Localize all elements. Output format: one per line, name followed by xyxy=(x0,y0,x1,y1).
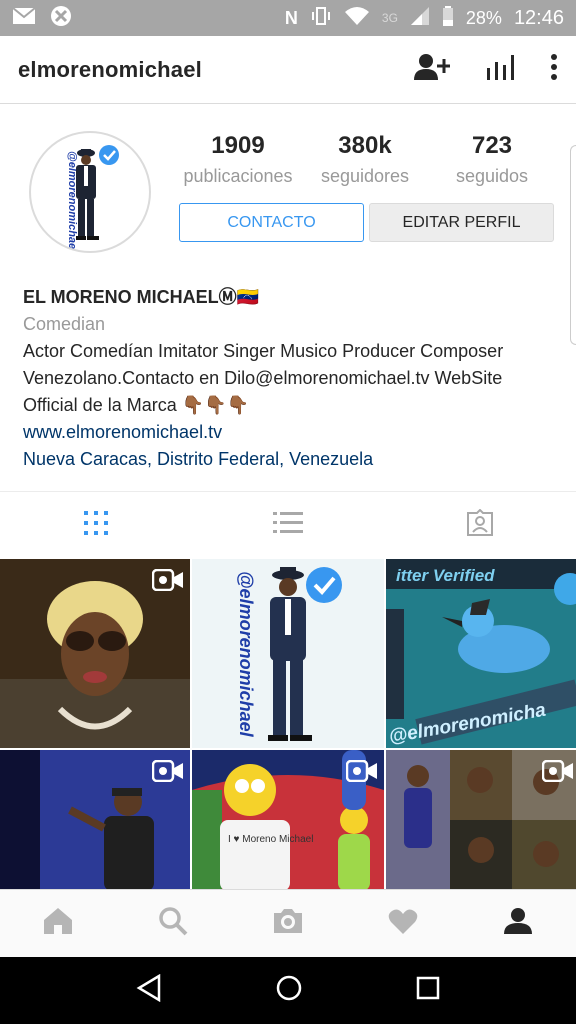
stat-following[interactable]: 723 seguidos xyxy=(429,132,555,187)
home-icon xyxy=(43,907,73,940)
avatar[interactable]: @elmorenomichael xyxy=(29,131,151,253)
stat-followers-value: 380k xyxy=(338,132,392,159)
wifi-icon xyxy=(344,6,370,31)
video-icon xyxy=(151,568,184,596)
bio-line-1: Actor Comedían Imitator Singer Musico Pr… xyxy=(23,341,504,361)
nav-search[interactable] xyxy=(115,906,230,941)
add-person-icon[interactable] xyxy=(414,53,451,86)
nav-profile[interactable] xyxy=(461,907,576,940)
side-scroll-handle[interactable] xyxy=(570,145,576,345)
video-icon xyxy=(345,759,378,787)
bio-line-3: Official de la Marca 👇🏾👇🏾👇🏾 xyxy=(23,395,249,415)
location-link[interactable]: Nueva Caracas, Distrito Federal, Venezue… xyxy=(23,446,563,473)
bottom-navigation xyxy=(0,889,576,957)
email-icon xyxy=(12,6,36,30)
tile5-shirt-text: I ♥ Moreno Michael xyxy=(228,834,313,845)
nav-camera[interactable] xyxy=(230,907,345,940)
tile3-top-text: itter Verified xyxy=(396,566,495,585)
search-icon xyxy=(158,906,188,941)
grid-post[interactable] xyxy=(386,750,576,891)
tab-grid[interactable] xyxy=(0,492,192,558)
website-link[interactable]: www.elmorenomichael.tv xyxy=(23,419,563,446)
blocked-icon xyxy=(50,5,72,32)
header-username: elmorenomichael xyxy=(18,56,202,82)
nav-home[interactable] xyxy=(0,907,115,940)
status-bar: N 3G 28% 12:46 xyxy=(0,0,576,36)
display-name: EL MORENO MICHAELⓂ🇻🇪 xyxy=(23,287,260,307)
battery-icon xyxy=(442,5,454,31)
profile-view-tabs xyxy=(0,492,576,558)
category: Comedian xyxy=(23,314,106,334)
camera-icon xyxy=(272,907,304,940)
list-icon xyxy=(273,511,303,539)
heart-icon xyxy=(388,908,418,940)
tab-list[interactable] xyxy=(192,492,384,558)
battery-percent: 28% xyxy=(465,7,502,28)
video-icon xyxy=(151,759,184,787)
nfc-icon: N xyxy=(284,7,298,28)
nav-activity[interactable] xyxy=(346,908,461,940)
back-icon[interactable] xyxy=(136,973,162,1007)
clock: 12:46 xyxy=(513,6,564,29)
bio-line-2: Venezolano.Contacto en Dilo@elmorenomich… xyxy=(23,368,503,388)
grid-icon xyxy=(84,510,108,540)
stat-posts-value: 1909 xyxy=(211,132,265,159)
video-icon xyxy=(541,759,574,787)
profile-icon xyxy=(503,907,533,940)
recents-icon[interactable] xyxy=(416,976,440,1005)
insights-icon[interactable] xyxy=(486,54,514,85)
vibrate-icon xyxy=(310,6,332,30)
grid-post[interactable]: @elmorenomichael xyxy=(192,559,384,748)
profile-header: elmorenomichael xyxy=(0,36,576,104)
grid-post[interactable]: I ♥ Moreno Michael xyxy=(192,750,384,891)
system-navigation-bar xyxy=(0,957,576,1024)
stat-posts[interactable]: 1909 publicaciones xyxy=(175,132,301,187)
stat-following-value: 723 xyxy=(471,132,513,159)
photo-grid: @elmorenomichael itter Verified @elmoren… xyxy=(0,559,576,891)
stat-followers-label: seguidores xyxy=(320,166,410,186)
tagged-icon xyxy=(466,508,494,542)
grid-post[interactable] xyxy=(0,750,190,891)
bio: EL MORENO MICHAELⓂ🇻🇪 Comedian Actor Come… xyxy=(23,284,563,473)
grid-post[interactable] xyxy=(0,559,190,748)
profile-stats: 1909 publicaciones 380k seguidores 723 s… xyxy=(175,132,555,187)
edit-profile-button[interactable]: EDITAR PERFIL xyxy=(369,203,554,242)
stat-followers[interactable]: 380k seguidores xyxy=(302,132,428,187)
more-vertical-icon[interactable] xyxy=(550,54,558,85)
tab-tagged[interactable] xyxy=(384,492,576,558)
tile2-handle-text: @elmorenomichael xyxy=(236,571,256,738)
stat-posts-label: publicaciones xyxy=(183,166,293,186)
contact-button[interactable]: CONTACTO xyxy=(179,203,364,242)
home-circle-icon[interactable] xyxy=(275,974,303,1007)
network-type: 3G xyxy=(381,11,398,25)
grid-post[interactable]: itter Verified @elmorenomicha xyxy=(386,559,576,748)
stat-following-label: seguidos xyxy=(455,166,529,186)
signal-icon xyxy=(410,6,430,31)
